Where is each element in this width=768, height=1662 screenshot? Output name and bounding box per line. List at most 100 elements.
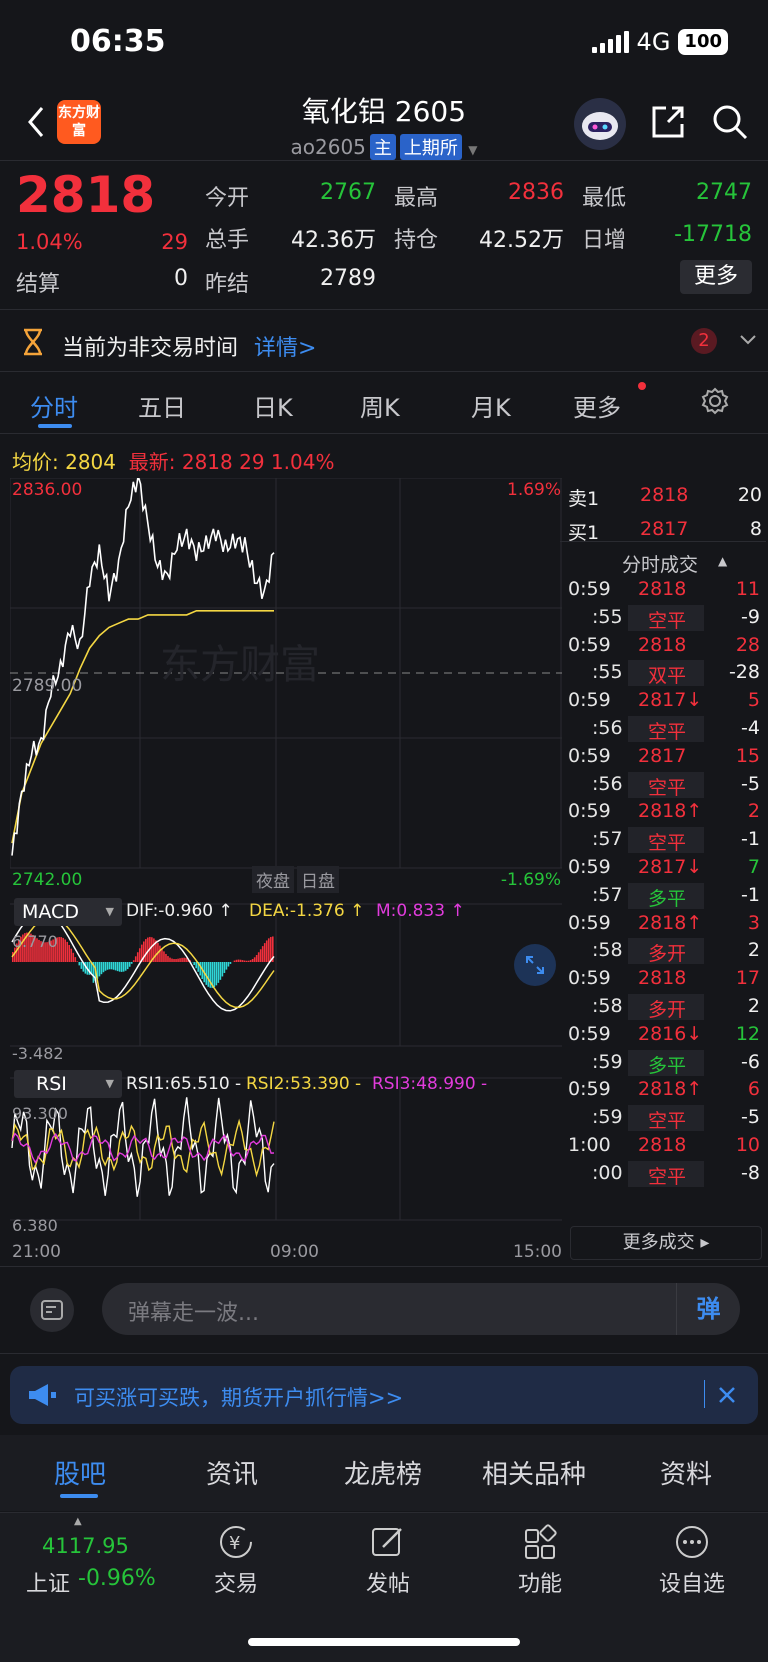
rsi-selector-label: RSI [36, 1073, 67, 1095]
tick-volume: -1 [741, 883, 760, 906]
tab-daily-k[interactable]: 日K [253, 388, 293, 423]
watermark: 东方财富 [160, 642, 320, 688]
tab-related[interactable]: 相关品种 [482, 1454, 586, 1491]
tab-more[interactable]: 更多 [573, 388, 621, 423]
tick-volume: -6 [741, 1050, 760, 1073]
notice-badge: 2 [691, 328, 717, 354]
promo-text: 可买涨可买跌，期货开户抓行情>> [74, 1386, 404, 1410]
tick-volume: 6 [747, 1078, 760, 1101]
macd-bar [58, 936, 60, 962]
macd-bar [78, 962, 81, 966]
macd-bar [114, 962, 117, 971]
tick-time: 0:59 [568, 633, 611, 656]
functions-grid-icon[interactable] [520, 1522, 560, 1562]
nav-trade-label[interactable]: 交易 [186, 1566, 286, 1598]
tick-time: :57 [592, 883, 623, 906]
tab-five-day[interactable]: 五日 [138, 388, 186, 423]
main-contract-tag: 主 [369, 134, 396, 160]
tick-price: 空平 [648, 776, 687, 799]
y-high-label: 2836.00 [12, 480, 83, 500]
robot-assistant-icon[interactable] [574, 98, 626, 150]
tab-intraday[interactable]: 分时 [30, 388, 78, 423]
open-interest-label: 持仓 [394, 228, 439, 253]
tick-row: :56 空平 -4 [560, 716, 766, 745]
tab-weekly-k[interactable]: 周K [360, 388, 400, 423]
tick-price: 多开 [648, 999, 687, 1021]
tick-row: 0:59 2818 28 [560, 634, 766, 662]
rsi-y-high: 93.300 [12, 1104, 68, 1123]
macd-y-high: 6.770 [12, 932, 58, 951]
settings-gear-icon[interactable] [700, 386, 730, 416]
share-icon[interactable] [648, 102, 688, 142]
index-name[interactable]: 上证 [26, 1566, 70, 1598]
more-ticks-button[interactable]: 更多成交 ▸ [570, 1226, 762, 1260]
nav-post-label[interactable]: 发帖 [338, 1566, 438, 1598]
tick-volume: 3 [747, 911, 760, 934]
megaphone-icon [26, 1380, 58, 1410]
tick-time: 0:59 [568, 800, 611, 823]
tab-forum[interactable]: 股吧 [54, 1454, 106, 1491]
rsi-y-low: 6.380 [12, 1216, 58, 1235]
new-dot-badge [638, 382, 646, 390]
macd-selector[interactable]: MACD ▼ [14, 898, 122, 926]
notice-detail-link[interactable]: 详情> [254, 330, 316, 362]
tick-list[interactable]: 0:59 2818 11:55 空平 -9 0:59 2818 28:55 双平 -28 0:59 2… [560, 578, 766, 1232]
tick-volume: -5 [741, 1106, 760, 1129]
macd-bar [253, 957, 256, 962]
tick-volume: -9 [741, 605, 760, 628]
macd-bar [66, 941, 69, 962]
open-value: 2767 [320, 180, 376, 205]
rsi-selector[interactable]: RSI ▼ [14, 1070, 122, 1098]
macd-bar [68, 944, 71, 962]
tick-time: :57 [592, 828, 623, 851]
macd-bar [215, 962, 218, 986]
macd-bar [126, 962, 129, 970]
tick-volume: 12 [735, 1022, 760, 1045]
more-button[interactable]: 更多 [680, 260, 752, 294]
expand-chart-icon[interactable] [514, 944, 556, 986]
tick-time: 0:59 [568, 1078, 611, 1101]
tick-price: 多平 [648, 1054, 687, 1077]
sort-up-icon: ▲ [718, 554, 728, 568]
tick-price: 2816↓ [638, 1022, 703, 1045]
status-time: 06:35 [70, 24, 166, 59]
search-icon[interactable] [710, 102, 750, 142]
add-watchlist-icon[interactable] [672, 1522, 712, 1562]
ask1-price: 2818 [640, 484, 689, 506]
post-edit-icon[interactable] [368, 1522, 408, 1562]
nav-functions-label[interactable]: 功能 [490, 1566, 590, 1598]
macd-bar [104, 962, 107, 971]
danmaku-send-button[interactable]: 弹 [676, 1283, 740, 1335]
index-change[interactable]: -0.96% [78, 1566, 156, 1591]
tick-price: 2817↓ [638, 689, 703, 712]
tick-price: 2817 [638, 744, 687, 767]
close-icon[interactable] [716, 1384, 738, 1406]
macd-bar [80, 962, 83, 969]
latest-pct: 1.04% [270, 450, 335, 474]
tick-volume: -8 [741, 1161, 760, 1184]
tab-dragon-tiger[interactable]: 龙虎榜 [344, 1454, 422, 1491]
index-value[interactable]: 4117.95 [42, 1534, 129, 1558]
nav-watchlist-label[interactable]: 设自选 [642, 1566, 742, 1598]
settle-label: 结算 [16, 272, 61, 297]
danmaku-input[interactable]: 弹幕走一波... 弹 [102, 1283, 740, 1335]
daily-increase-value: -17718 [674, 222, 752, 247]
pct-high-label: 1.69% [507, 480, 562, 500]
macd-bar [207, 962, 210, 987]
night-session-label: 夜盘 [252, 866, 294, 893]
macd-bar [98, 962, 101, 977]
trade-icon[interactable]: ¥ [216, 1522, 256, 1562]
danmaku-settings-icon[interactable] [30, 1288, 74, 1332]
tick-volume: 28 [735, 633, 760, 656]
tab-profile[interactable]: 资料 [660, 1454, 712, 1491]
macd-bar [106, 962, 109, 970]
chevron-down-icon[interactable] [738, 330, 758, 350]
macd-bar [217, 962, 220, 983]
tick-volume: 5 [747, 689, 760, 712]
tick-price: 2818 [638, 633, 687, 656]
tab-monthly-k[interactable]: 月K [471, 388, 511, 423]
macd-y-low: -3.482 [12, 1044, 64, 1063]
tab-news[interactable]: 资讯 [206, 1454, 258, 1491]
volume-label: 总手 [205, 228, 250, 253]
tick-time: :00 [592, 1161, 623, 1184]
